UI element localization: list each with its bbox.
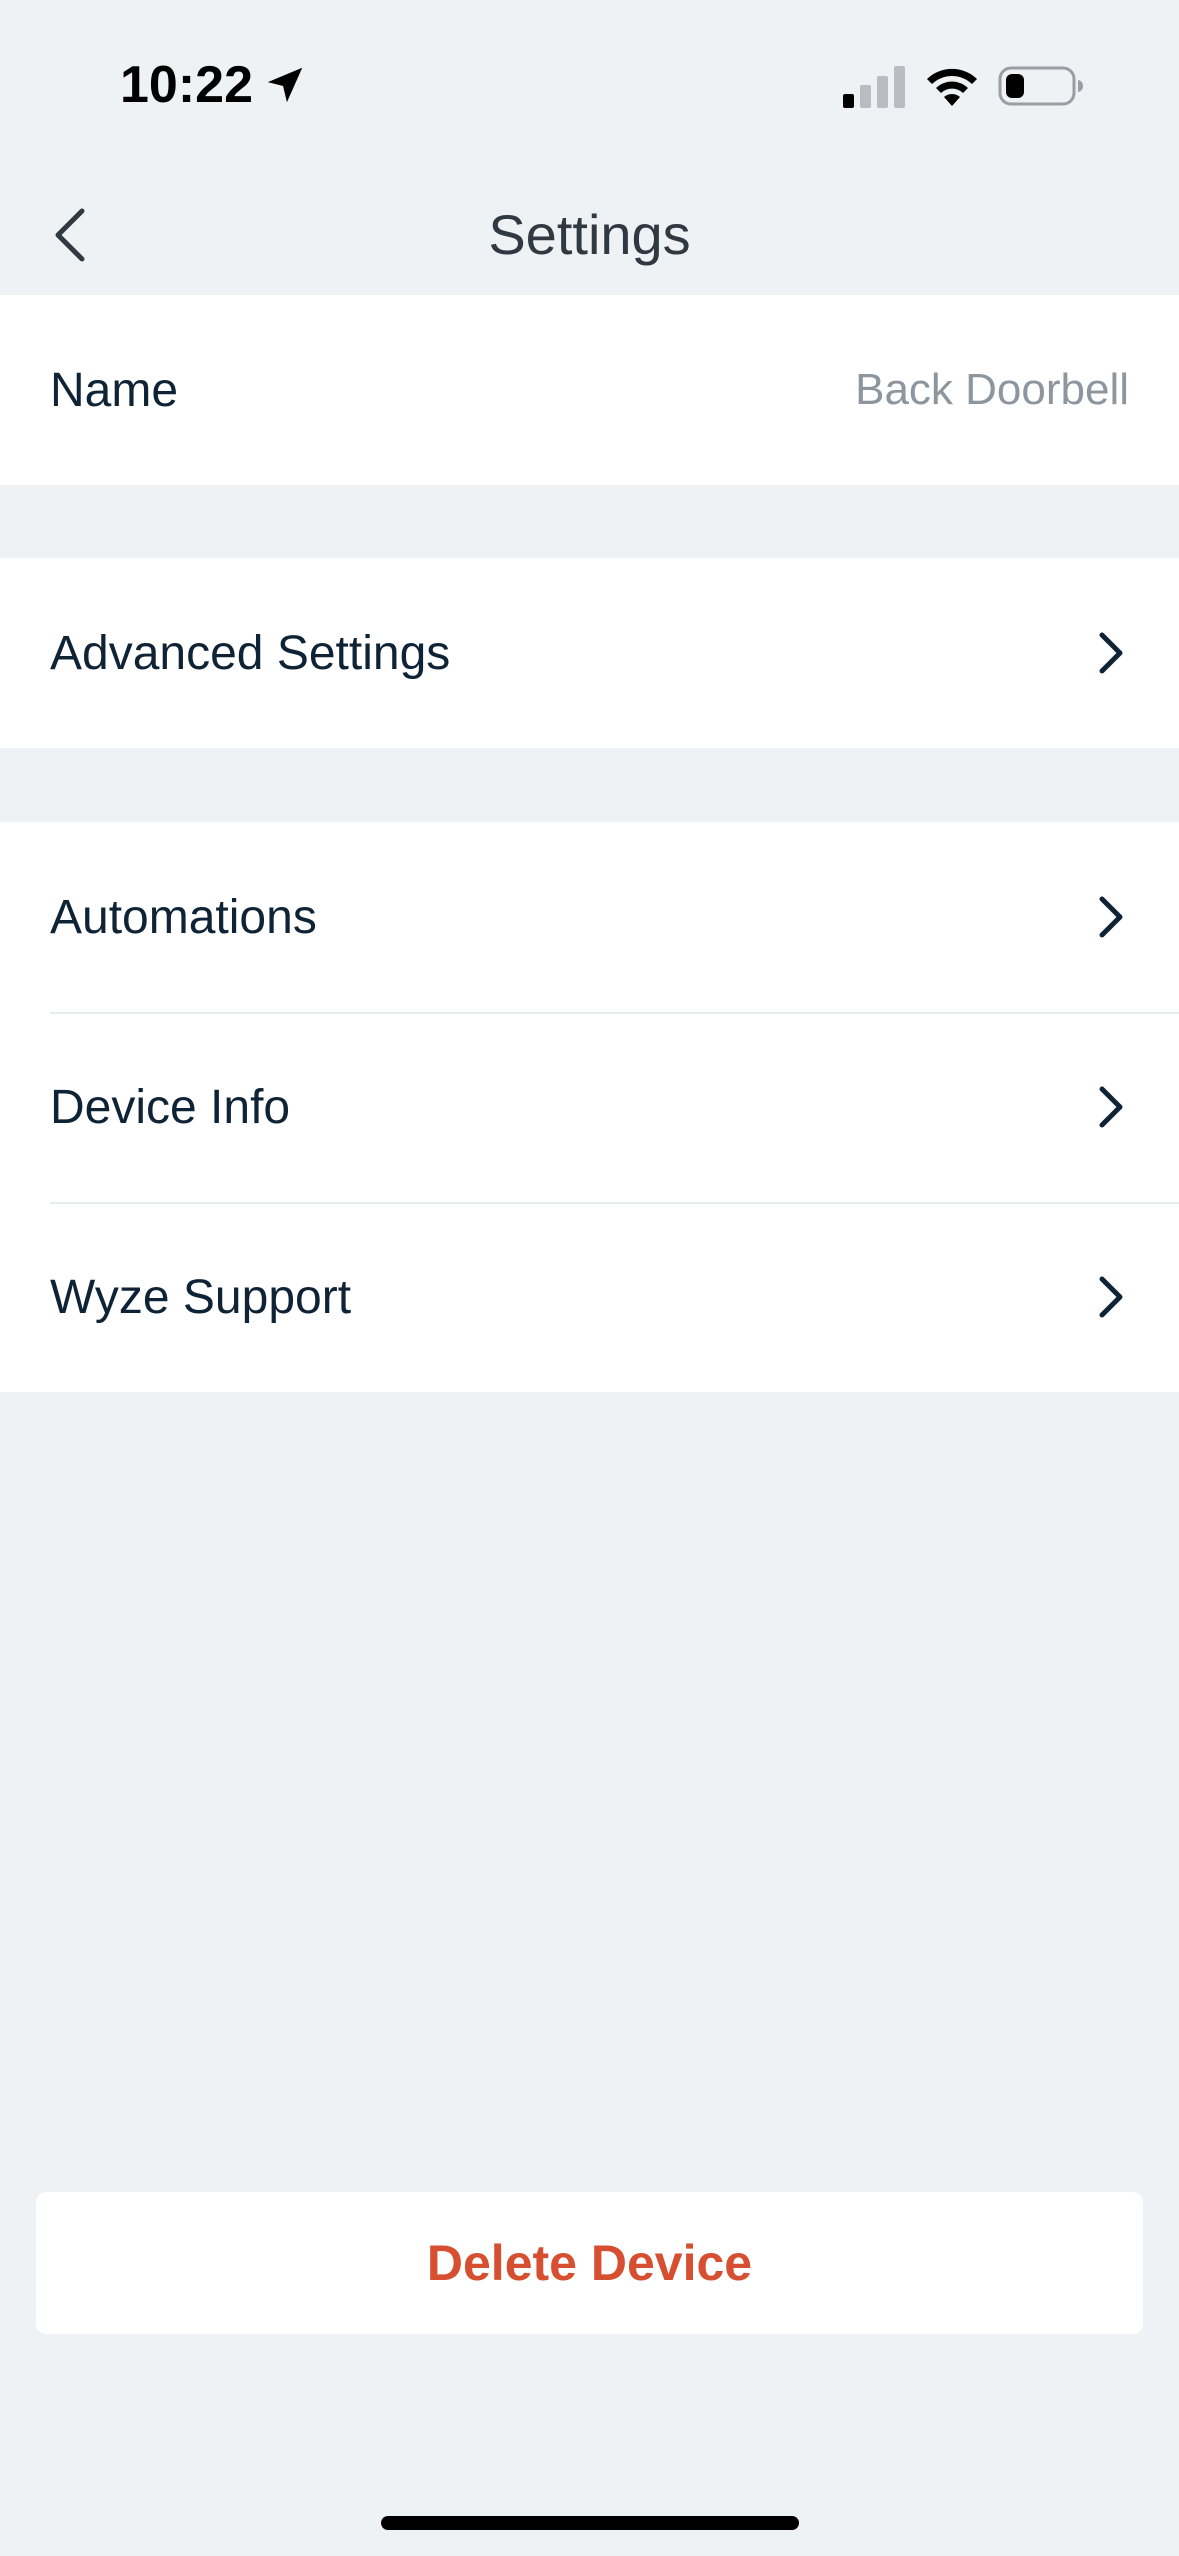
advanced-settings-label: Advanced Settings xyxy=(50,626,451,680)
chevron-right-icon xyxy=(1099,896,1123,938)
name-group: Name Back Doorbell xyxy=(0,295,1179,485)
device-info-label: Device Info xyxy=(50,1080,291,1134)
name-row[interactable]: Name Back Doorbell xyxy=(0,295,1179,485)
delete-device-button[interactable]: Delete Device xyxy=(36,2192,1143,2334)
wyze-support-label: Wyze Support xyxy=(50,1270,352,1324)
chevron-right-icon xyxy=(1099,1276,1123,1318)
nav-bar: Settings xyxy=(0,170,1179,295)
automations-row[interactable]: Automations xyxy=(0,822,1179,1012)
home-indicator xyxy=(381,2516,799,2530)
battery-icon xyxy=(998,66,1083,106)
chevron-right-icon xyxy=(1099,632,1123,674)
chevron-right-icon xyxy=(1099,1086,1123,1128)
device-group: Automations Device Info Wyze Support xyxy=(0,822,1179,1392)
status-time: 10:22 xyxy=(120,56,253,114)
status-bar: 10:22 xyxy=(0,0,1179,170)
advanced-group: Advanced Settings xyxy=(0,558,1179,748)
device-info-row[interactable]: Device Info xyxy=(0,1012,1179,1202)
name-label: Name xyxy=(50,363,179,417)
page-title: Settings xyxy=(488,203,691,266)
wifi-icon xyxy=(927,68,977,106)
advanced-settings-row[interactable]: Advanced Settings xyxy=(0,558,1179,748)
automations-label: Automations xyxy=(50,890,317,944)
wyze-support-row[interactable]: Wyze Support xyxy=(0,1202,1179,1392)
name-value: Back Doorbell xyxy=(855,365,1129,414)
location-arrow-icon xyxy=(267,67,303,103)
cellular-signal-icon xyxy=(843,66,905,108)
